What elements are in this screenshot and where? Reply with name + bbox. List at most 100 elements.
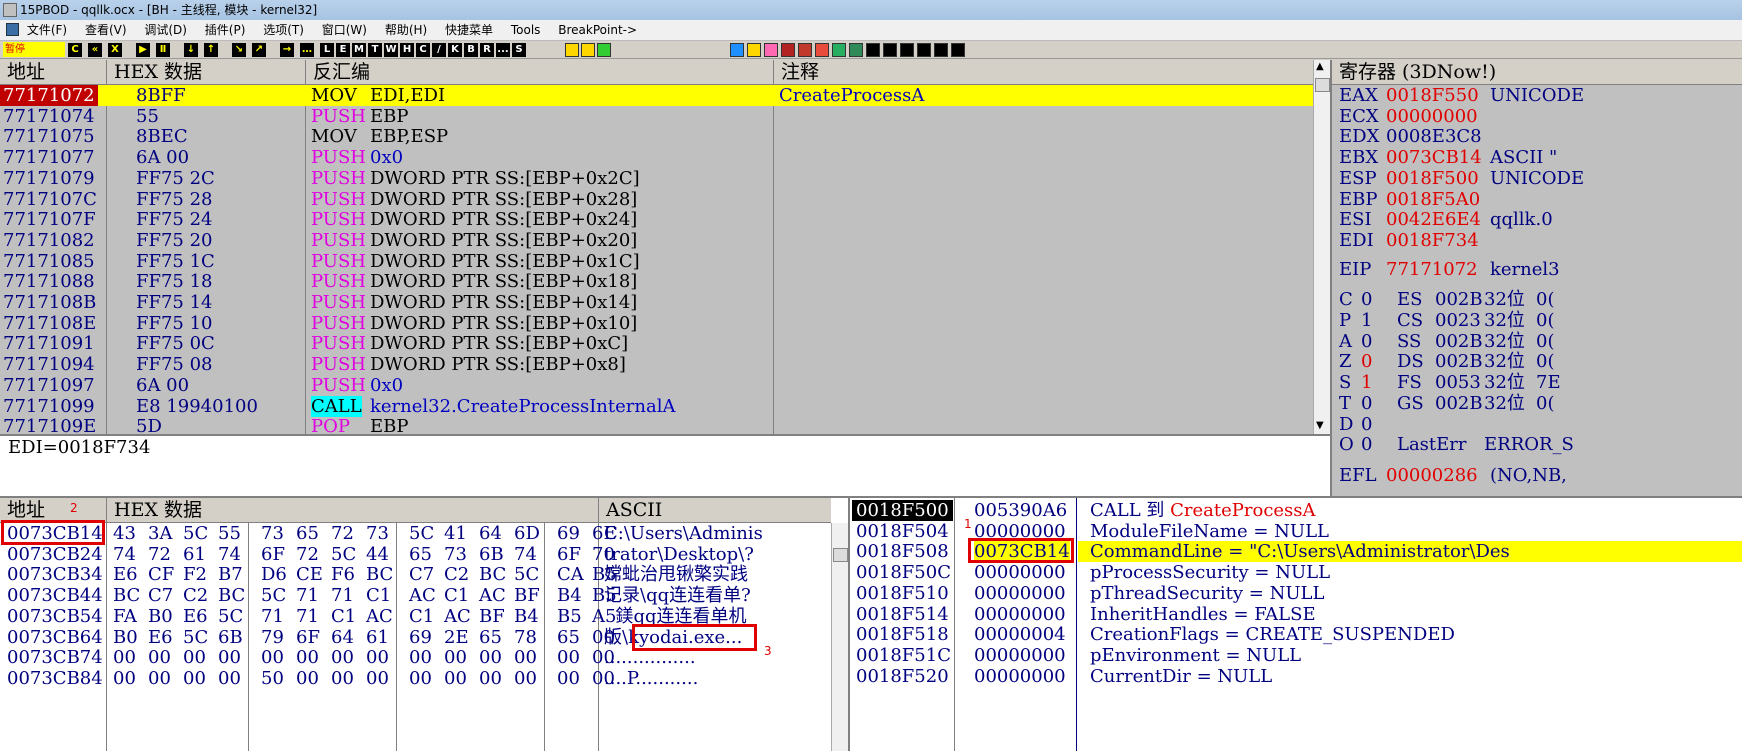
menu-tools[interactable]: Tools: [511, 23, 541, 37]
menu-view[interactable]: 查看(V): [85, 23, 127, 37]
dump-scrollbar[interactable]: [831, 523, 848, 751]
register-row-eip[interactable]: EIP 77171072 kernel3: [1339, 259, 1742, 280]
disasm-row[interactable]: 7717109E 5D POP EBP: [0, 416, 1313, 434]
toolbar-button-4[interactable]: Ⅱ: [156, 43, 170, 57]
disasm-row[interactable]: 7717107C FF75 28 PUSH DWORD PTR SS:[EBP+0x2…: [0, 189, 1313, 210]
disasm-row[interactable]: 77171082 FF75 20 PUSH DWORD PTR SS:[EBP+0x2…: [0, 230, 1313, 251]
toolbar-plugin-icon[interactable]: [866, 43, 880, 57]
register-value[interactable]: 77171072: [1386, 259, 1478, 280]
register-row[interactable]: ECX 00000000: [1339, 106, 1742, 127]
register-row[interactable]: EAX 0018F550 UNICODE: [1339, 85, 1742, 106]
dump-row[interactable]: 0073CB34 E6 CF F2 B7 D6 CE F6 BC C7 C2 BC 5C CA B5 嫦蚍治甩…: [0, 564, 831, 585]
flag-value[interactable]: 1: [1361, 310, 1372, 331]
system-menu-icon[interactable]: [6, 23, 19, 36]
disasm-row[interactable]: 7717108B FF75 14 PUSH DWORD PTR SS:[EBP+0x1…: [0, 292, 1313, 313]
toolbar-plugin-icon[interactable]: [730, 43, 744, 57]
flag-row[interactable]: C 0 ES 002B 32位 0(: [1339, 289, 1742, 310]
toolbar-window-icon[interactable]: [581, 43, 595, 57]
menu-file[interactable]: 文件(F): [27, 23, 67, 37]
toolbar-plugin-icon[interactable]: [815, 43, 829, 57]
register-row[interactable]: EBP 0018F5A0: [1339, 189, 1742, 210]
flag-row[interactable]: S 1 FS 0053 32位 7E: [1339, 372, 1742, 393]
menu-shortcuts[interactable]: 快捷菜单: [445, 23, 493, 37]
col-comment-header[interactable]: 注释: [774, 60, 1313, 84]
toolbar-button-1[interactable]: «: [88, 43, 102, 57]
menu-debug[interactable]: 调试(D): [144, 23, 187, 37]
toolbar-letter-button[interactable]: H: [400, 43, 414, 57]
register-value[interactable]: 0018F5A0: [1386, 189, 1480, 210]
disasm-row[interactable]: 77171079 FF75 2C PUSH DWORD PTR SS:[EBP+0x2…: [0, 168, 1313, 189]
toolbar-letter-button[interactable]: M: [352, 43, 366, 57]
dump-scroll-thumb[interactable]: [833, 548, 848, 562]
stack-row[interactable]: 0018F51C 00000000 pEnvironment = NULL: [850, 645, 1742, 666]
disasm-row[interactable]: 77171085 FF75 1C PUSH DWORD PTR SS:[EBP+0x1…: [0, 251, 1313, 272]
register-row-efl[interactable]: EFL 00000286 (NO,NB,: [1339, 465, 1742, 486]
stack-row[interactable]: 0018F518 00000004 CreationFlags = CREATE_S…: [850, 624, 1742, 645]
toolbar-plugin-icon[interactable]: [900, 43, 914, 57]
toolbar-letter-button[interactable]: S: [512, 43, 526, 57]
toolbar-button-2[interactable]: X: [108, 43, 122, 57]
flag-row[interactable]: A 0 SS 002B 32位 0(: [1339, 331, 1742, 352]
disasm-row[interactable]: 77171072 8BFF MOV EDI,EDI CreateProcessA: [0, 85, 1313, 106]
menu-breakpoint[interactable]: BreakPoint->: [558, 23, 637, 37]
register-value[interactable]: 00000000: [1386, 106, 1478, 127]
dump-row[interactable]: 0073CB44 BC C7 C2 BC 5C 71 71 C1 AC C1 AC BF B4 B5 记录\q…: [0, 585, 831, 606]
stack-row[interactable]: 0018F50C 00000000 pProcessSecurity = NULL: [850, 562, 1742, 583]
toolbar-button-7[interactable]: ↘: [232, 43, 246, 57]
menu-plugins[interactable]: 插件(P): [205, 23, 246, 37]
toolbar-plugin-icon[interactable]: [917, 43, 931, 57]
disasm-row[interactable]: 77171077 6A 00 PUSH 0x0: [0, 147, 1313, 168]
flag-value[interactable]: 0: [1361, 393, 1372, 414]
toolbar-plugin-icon[interactable]: [747, 43, 761, 57]
disasm-row[interactable]: 77171075 8BEC MOV EBP,ESP: [0, 126, 1313, 147]
toolbar-button-0[interactable]: C: [68, 43, 82, 57]
toolbar-plugin-icon[interactable]: [883, 43, 897, 57]
toolbar-window-icon[interactable]: [565, 43, 579, 57]
register-row[interactable]: ESI 0042E6E4 qqllk.0: [1339, 209, 1742, 230]
flag-value[interactable]: 0: [1361, 434, 1372, 455]
register-value[interactable]: 0073CB14: [1386, 147, 1482, 168]
toolbar-button-3[interactable]: ▶: [136, 43, 150, 57]
toolbar-letter-button[interactable]: W: [384, 43, 398, 57]
register-row[interactable]: EDI 0018F734: [1339, 230, 1742, 251]
disasm-scrollbar[interactable]: ▲ ▼: [1313, 60, 1330, 434]
toolbar-letter-button[interactable]: K: [448, 43, 462, 57]
toolbar-plugin-icon[interactable]: [832, 43, 846, 57]
register-row[interactable]: ESP 0018F500 UNICODE: [1339, 168, 1742, 189]
disasm-row[interactable]: 77171091 FF75 0C PUSH DWORD PTR SS:[EBP+0xC…: [0, 333, 1313, 354]
stack-row[interactable]: 0018F500 005390A6 CALL 到 CreateProcessA: [850, 500, 1742, 521]
dump-col-ascii-header[interactable]: ASCII: [599, 498, 831, 522]
toolbar-button-9[interactable]: →: [280, 43, 294, 57]
toolbar-plugin-icon[interactable]: [934, 43, 948, 57]
flag-row[interactable]: Z 0 DS 002B 32位 0(: [1339, 351, 1742, 372]
toolbar-button-5[interactable]: ↓: [184, 43, 198, 57]
toolbar-plugin-icon[interactable]: [781, 43, 795, 57]
toolbar-plugin-icon[interactable]: [849, 43, 863, 57]
dump-col-hex-header[interactable]: HEX 数据: [107, 498, 599, 522]
col-address-header[interactable]: 地址: [0, 60, 107, 84]
menu-options[interactable]: 选项(T): [263, 23, 304, 37]
stack-row[interactable]: 0018F514 00000000 InheritHandles = FALSE: [850, 604, 1742, 625]
flag-row[interactable]: D0: [1339, 414, 1742, 435]
stack-row[interactable]: 0018F510 00000000 pThreadSecurity = NULL: [850, 583, 1742, 604]
toolbar-plugin-icon[interactable]: [798, 43, 812, 57]
disasm-row[interactable]: 77171094 FF75 08 PUSH DWORD PTR SS:[EBP+0x8…: [0, 354, 1313, 375]
toolbar-letter-button[interactable]: T: [368, 43, 382, 57]
toolbar-button-6[interactable]: ↑: [204, 43, 218, 57]
menu-window[interactable]: 窗口(W): [322, 23, 367, 37]
scroll-up-icon[interactable]: ▲: [1316, 61, 1324, 72]
disasm-row[interactable]: 7717107F FF75 24 PUSH DWORD PTR SS:[EBP+0x2…: [0, 209, 1313, 230]
menu-help[interactable]: 帮助(H): [385, 23, 427, 37]
disasm-list[interactable]: 77171072 8BFF MOV EDI,EDI CreateProcessA 7717…: [0, 85, 1313, 434]
toolbar-button-10[interactable]: …: [300, 43, 314, 57]
flag-value[interactable]: 0: [1361, 414, 1372, 435]
toolbar-letter-button[interactable]: L: [320, 43, 334, 57]
disasm-row[interactable]: 77171088 FF75 18 PUSH DWORD PTR SS:[EBP+0x1…: [0, 271, 1313, 292]
col-hex-header[interactable]: HEX 数据: [107, 60, 306, 84]
toolbar-letter-button[interactable]: C: [416, 43, 430, 57]
register-value[interactable]: 0018F500: [1386, 168, 1479, 189]
register-value[interactable]: 0018F550: [1386, 85, 1479, 106]
flag-value[interactable]: 1: [1361, 372, 1372, 393]
scroll-thumb[interactable]: [1315, 78, 1330, 92]
toolbar-button-8[interactable]: ↗: [252, 43, 266, 57]
